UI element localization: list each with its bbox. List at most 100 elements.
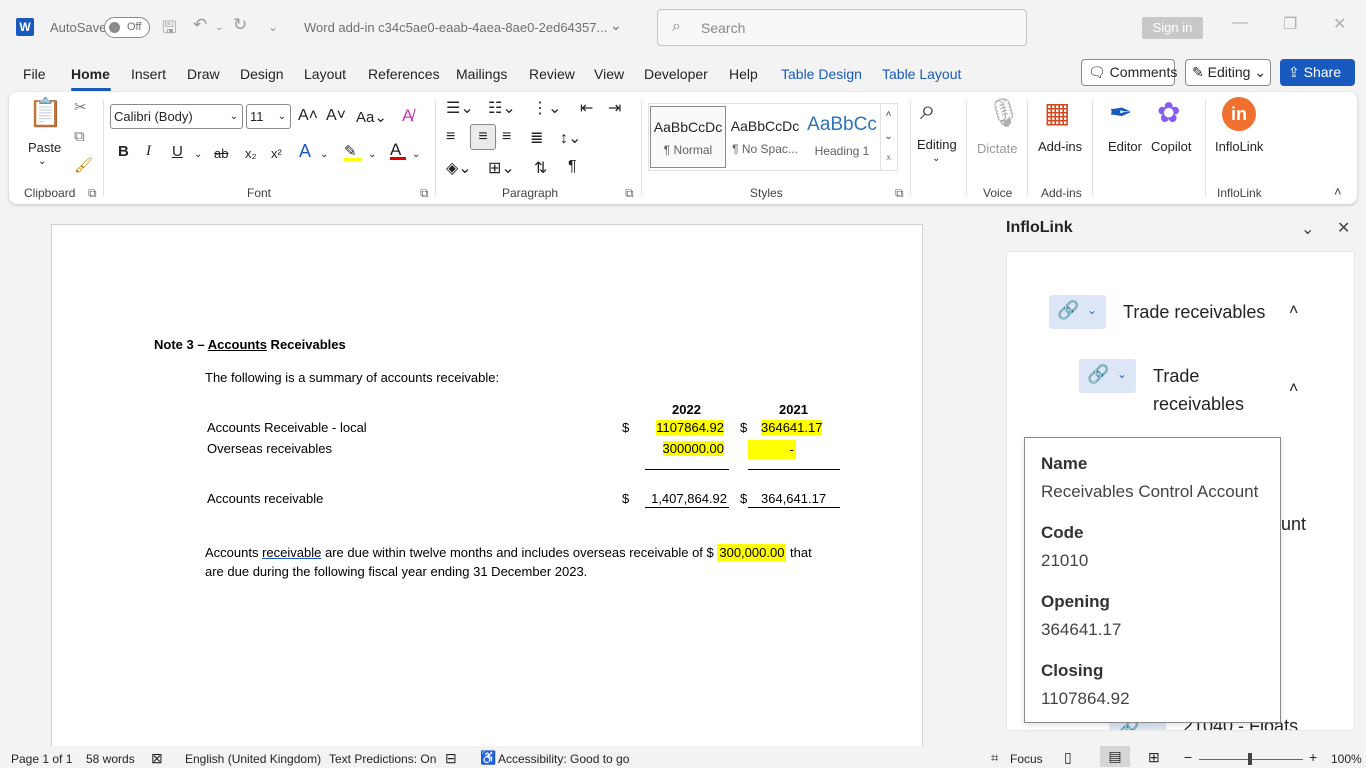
document-title[interactable]: Word add-in c34c5ae0-eaab-4aea-8ae0-2ed6… bbox=[304, 20, 607, 35]
tab-developer[interactable]: Developer bbox=[644, 66, 708, 82]
tab-references[interactable]: References bbox=[368, 66, 440, 82]
comments-button[interactable]: 🗨 Comments bbox=[1081, 59, 1177, 86]
search-box[interactable]: ⌕ Search bbox=[657, 9, 1027, 46]
style-no-spac[interactable]: AaBbCcDc ¶ No Spac... bbox=[727, 106, 803, 168]
zoom-out-icon[interactable]: − bbox=[1184, 749, 1192, 765]
tab-help[interactable]: Help bbox=[729, 66, 758, 82]
save-icon[interactable]: 🖫 bbox=[162, 15, 176, 44]
highlight-color-icon[interactable]: ✎ bbox=[344, 142, 362, 161]
italic-icon[interactable]: I bbox=[146, 143, 151, 160]
focus-icon[interactable]: ⌗ bbox=[991, 750, 998, 766]
inflolink-button[interactable]: InfloLink bbox=[1215, 139, 1263, 154]
link-dropdown-button[interactable]: 🔗 ⌄ bbox=[1079, 359, 1136, 393]
bold-icon[interactable]: B bbox=[118, 143, 129, 160]
editor-icon[interactable]: ✒ bbox=[1109, 96, 1132, 129]
strikethrough-icon[interactable]: ab bbox=[214, 146, 228, 161]
sign-in-button[interactable]: Sign in bbox=[1142, 17, 1203, 39]
font-launcher-icon[interactable]: ⧉ bbox=[420, 186, 429, 201]
undo-icon[interactable]: ↶ bbox=[193, 15, 207, 35]
find-icon[interactable]: ⌕ bbox=[920, 94, 936, 127]
borders-icon[interactable]: ⊞⌄ bbox=[488, 158, 515, 178]
document-page[interactable] bbox=[51, 224, 923, 754]
page-count[interactable]: Page 1 of 1 bbox=[11, 752, 72, 766]
style-heading-1[interactable]: AaBbCc Heading 1 bbox=[804, 106, 880, 168]
font-color-dropdown-icon[interactable]: ⌄ bbox=[412, 149, 420, 160]
undo-dropdown-icon[interactable]: ⌄ bbox=[215, 22, 223, 33]
tab-insert[interactable]: Insert bbox=[131, 66, 166, 82]
shrink-font-icon[interactable]: A˅ bbox=[326, 107, 346, 125]
microphone-icon[interactable]: 🎙 bbox=[986, 96, 1022, 129]
shading-icon[interactable]: ◈⌄ bbox=[446, 158, 472, 178]
focus-button[interactable]: Focus bbox=[1010, 752, 1043, 766]
intro-text[interactable]: The following is a summary of accounts r… bbox=[205, 370, 499, 385]
collapse-ribbon-icon[interactable]: ˄ bbox=[1334, 184, 1342, 199]
font-name-box[interactable]: Calibri (Body) ⌄ bbox=[110, 104, 243, 129]
cut-icon[interactable]: ✂ bbox=[74, 98, 87, 116]
tab-table-layout[interactable]: Table Layout bbox=[882, 66, 961, 82]
total-2021-cell[interactable]: 364,641.17 bbox=[761, 491, 826, 506]
subscript-icon[interactable]: x₂ bbox=[245, 146, 257, 161]
value-2022-cell[interactable]: 1107864.92 bbox=[648, 419, 726, 436]
bullets-icon[interactable]: ☰⌄ bbox=[446, 98, 474, 118]
language-status[interactable]: English (United Kingdom) bbox=[185, 752, 321, 766]
body-paragraph-line2[interactable]: are due during the following fiscal year… bbox=[205, 564, 587, 579]
clipboard-launcher-icon[interactable]: ⧉ bbox=[88, 186, 97, 201]
accessibility-status[interactable]: Accessibility: Good to go bbox=[498, 752, 629, 766]
font-size-box[interactable]: 11 ⌄ bbox=[246, 104, 291, 129]
underline-icon[interactable]: U bbox=[172, 143, 183, 160]
accessibility-icon[interactable]: ♿ bbox=[480, 750, 496, 766]
dictate-button[interactable]: Dictate bbox=[977, 141, 1017, 156]
format-painter-icon[interactable]: 🖌 bbox=[74, 156, 93, 174]
text-predictions-status[interactable]: Text Predictions: On bbox=[329, 752, 436, 766]
justify-icon[interactable]: ≣ bbox=[530, 128, 543, 148]
proofing-icon[interactable]: ⊠ bbox=[151, 750, 163, 767]
styles-launcher-icon[interactable]: ⧉ bbox=[895, 186, 904, 201]
tab-draw[interactable]: Draw bbox=[187, 66, 220, 82]
pane-close-icon[interactable]: ✕ bbox=[1337, 218, 1350, 238]
change-case-icon[interactable]: Aa⌄ bbox=[356, 108, 387, 126]
highlight-dropdown-icon[interactable]: ⌄ bbox=[368, 149, 376, 160]
clear-formatting-icon[interactable]: A̸ bbox=[402, 106, 413, 126]
line-spacing-icon[interactable]: ↕⌄ bbox=[560, 128, 581, 148]
pane-options-icon[interactable]: ⌄ bbox=[1301, 219, 1314, 239]
zoom-slider-thumb[interactable] bbox=[1248, 753, 1252, 765]
copy-icon[interactable]: ⧉ bbox=[74, 128, 85, 145]
decrease-indent-icon[interactable]: ⇤ bbox=[580, 98, 593, 118]
word-count[interactable]: 58 words bbox=[86, 752, 135, 766]
tab-file[interactable]: File bbox=[23, 66, 46, 82]
title-dropdown-icon[interactable]: ⌄ bbox=[610, 17, 622, 34]
tab-layout[interactable]: Layout bbox=[304, 66, 346, 82]
multilevel-list-icon[interactable]: ⋮⌄ bbox=[532, 98, 561, 118]
zoom-level[interactable]: 100% bbox=[1331, 752, 1362, 766]
editor-button[interactable]: Editor bbox=[1108, 139, 1142, 154]
align-center-icon[interactable]: ≡ bbox=[470, 124, 496, 150]
editing-dropdown-icon[interactable]: ⌄ bbox=[932, 153, 940, 164]
restore-icon[interactable]: ❐ bbox=[1283, 14, 1297, 34]
column-2022-header[interactable]: 2022 bbox=[672, 402, 701, 417]
inflolink-icon[interactable]: in bbox=[1222, 97, 1256, 131]
value-2022-cell[interactable]: 300000.00 bbox=[648, 441, 726, 456]
tree-node-label[interactable]: Trade receivables bbox=[1153, 366, 1244, 421]
superscript-icon[interactable]: x² bbox=[271, 146, 282, 161]
tab-home[interactable]: Home bbox=[71, 66, 110, 82]
font-color-icon[interactable]: A bbox=[390, 140, 406, 160]
chevron-up-icon[interactable]: ˄ bbox=[1289, 302, 1298, 320]
paragraph-launcher-icon[interactable]: ⧉ bbox=[625, 186, 634, 201]
tab-table-design[interactable]: Table Design bbox=[781, 66, 862, 82]
read-mode-icon[interactable]: ▯ bbox=[1064, 749, 1072, 766]
add-ins-icon[interactable]: ▦ bbox=[1044, 96, 1070, 129]
customize-qat-icon[interactable]: ⌄ bbox=[268, 20, 278, 34]
tab-view[interactable]: View bbox=[594, 66, 624, 82]
value-2021-cell[interactable]: 364641.17 bbox=[759, 419, 829, 436]
text-effects-dropdown-icon[interactable]: ⌄ bbox=[320, 149, 328, 160]
add-ins-button[interactable]: Add-ins bbox=[1038, 139, 1082, 154]
underline-dropdown-icon[interactable]: ⌄ bbox=[194, 149, 202, 160]
paste-icon[interactable]: 📋 bbox=[28, 96, 63, 129]
autosave-toggle[interactable]: Off bbox=[104, 17, 150, 38]
link-dropdown-button[interactable]: 🔗 ⌄ bbox=[1049, 295, 1106, 329]
row-label[interactable]: Overseas receivables bbox=[207, 441, 332, 456]
tab-mailings[interactable]: Mailings bbox=[456, 66, 507, 82]
numbering-icon[interactable]: ☷⌄ bbox=[488, 98, 516, 118]
paste-dropdown-icon[interactable]: ⌄ bbox=[38, 156, 46, 167]
close-window-icon[interactable]: ✕ bbox=[1333, 14, 1346, 34]
